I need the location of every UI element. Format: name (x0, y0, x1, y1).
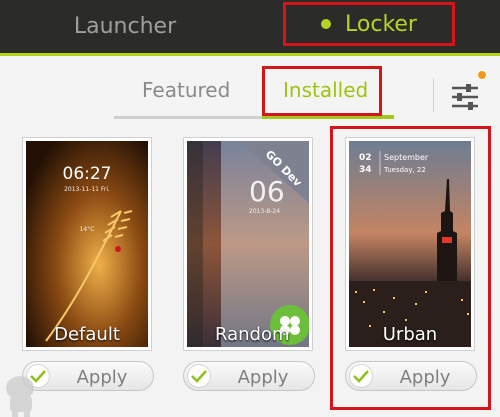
mascot-watermark-icon (6, 376, 34, 417)
theme-name-default: Default (54, 324, 120, 345)
apply-label: Apply (76, 367, 128, 388)
random-date: 2013-8-24 (249, 208, 280, 215)
theme-card-default[interactable]: 06:27 2013-11-11 Fri. 14°C Default (22, 137, 152, 351)
random-clock: 06 (249, 175, 285, 208)
theme-name-random: Random (215, 324, 290, 345)
divider (433, 78, 434, 112)
tab-launcher[interactable]: Launcher (0, 0, 250, 53)
apply-label: Apply (399, 367, 451, 388)
active-dot-icon (321, 19, 332, 29)
apply-button-urban[interactable]: Apply (345, 361, 477, 391)
tab-locker-label: Locker (345, 11, 417, 37)
notification-dot (477, 70, 487, 80)
apply-label: Apply (237, 367, 289, 388)
default-clock: 06:27 (63, 164, 112, 184)
default-temp: 14°C (80, 226, 95, 233)
check-icon (349, 364, 373, 388)
theme-preview-default: 06:27 2013-11-11 Fri. 14°C Default (26, 141, 148, 347)
apply-button-random[interactable]: Apply (183, 361, 315, 391)
check-icon (187, 364, 211, 388)
tab-locker[interactable]: Locker (283, 2, 455, 46)
sliders-icon[interactable] (448, 80, 482, 114)
default-date: 2013-11-11 Fri. (64, 186, 110, 193)
sub-tab-bar: Featured Installed (0, 56, 500, 126)
tab-featured[interactable]: Featured (142, 78, 230, 102)
installed-highlight-frame (262, 66, 382, 116)
theme-card-random[interactable]: GO Dev 06 2013-8-24 Random (183, 137, 313, 351)
theme-preview-random: GO Dev 06 2013-8-24 Random (187, 141, 309, 347)
tab-launcher-label: Launcher (73, 14, 177, 39)
